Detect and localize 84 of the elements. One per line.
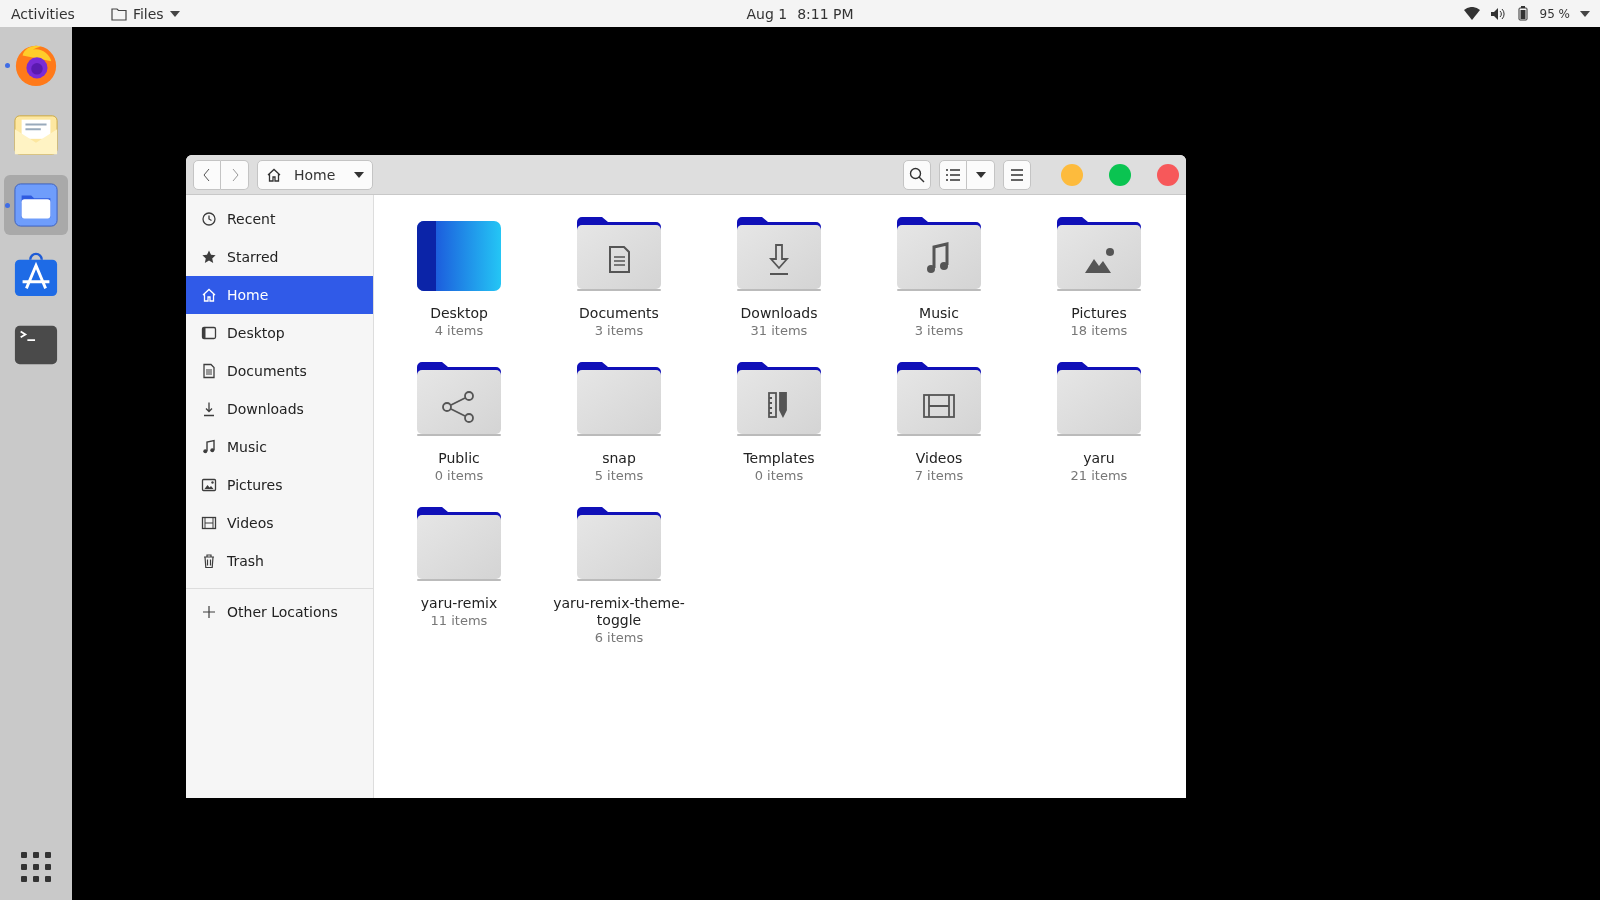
sidebar-item[interactable]: Music	[186, 428, 373, 466]
folder-icon	[1057, 362, 1141, 436]
folder-name[interactable]: Desktop	[430, 305, 488, 322]
plus-icon	[201, 604, 217, 620]
date-label: Aug 1	[746, 5, 788, 22]
folder-name[interactable]: Pictures	[1071, 305, 1127, 322]
share-icon	[442, 391, 474, 423]
folder-icon	[417, 507, 501, 581]
sidebar-item[interactable]: Downloads	[186, 390, 373, 428]
item-count: 3 items	[914, 322, 964, 340]
downloads-icon	[201, 401, 217, 417]
folder-name[interactable]: Music	[919, 305, 959, 322]
caret-icon	[354, 171, 364, 178]
item-count: 4 items	[434, 322, 484, 340]
dock-item[interactable]	[4, 175, 68, 235]
item-count: 31 items	[750, 322, 808, 340]
path-button[interactable]: Home	[257, 159, 373, 190]
search-button[interactable]	[903, 159, 931, 190]
music-note-icon	[927, 242, 949, 273]
time-label: 8:11 PM	[797, 5, 854, 22]
battery-percent: 95 %	[1539, 6, 1570, 21]
chevron-left-icon	[202, 166, 212, 183]
activities-button[interactable]: Activities	[11, 5, 75, 22]
folder-name[interactable]: Downloads	[740, 305, 818, 322]
sidebar-item[interactable]: Home	[186, 276, 373, 314]
film-icon	[923, 394, 955, 418]
item-count: 3 items	[594, 322, 644, 340]
folder-name[interactable]: Documents	[579, 305, 659, 322]
sidebar-item[interactable]: Documents	[186, 352, 373, 390]
documents-icon	[201, 363, 217, 379]
star-icon	[201, 249, 217, 265]
folder-icon[interactable]	[13, 182, 59, 228]
folder-name[interactable]: Videos	[915, 450, 963, 467]
folder-name[interactable]: Templates	[743, 450, 815, 467]
battery-icon	[1515, 6, 1530, 21]
sidebar-item[interactable]: Pictures	[186, 466, 373, 504]
folder-name[interactable]: Public	[438, 450, 480, 467]
view-options-button[interactable]	[967, 159, 995, 190]
desktop-icon	[201, 325, 217, 341]
home-icon	[201, 287, 217, 303]
item-count: 7 items	[914, 467, 964, 485]
sidebar-item[interactable]: Other Locations	[186, 593, 373, 631]
sidebar-item[interactable]: Desktop	[186, 314, 373, 352]
videos-icon	[201, 515, 217, 531]
sidebar-item[interactable]: Starred	[186, 238, 373, 276]
caret-icon	[169, 10, 180, 17]
app-grid-icon[interactable]	[21, 852, 51, 882]
view-list-button[interactable]	[939, 159, 967, 190]
caret-icon	[975, 171, 986, 178]
pictures-icon	[201, 477, 217, 493]
download-icon	[769, 244, 789, 275]
landscape-icon	[1085, 248, 1114, 273]
item-count: 0 items	[434, 467, 484, 485]
caret-icon	[1580, 10, 1590, 17]
document-icon	[609, 246, 630, 273]
item-count: 5 items	[594, 467, 644, 485]
sidebar-item[interactable]: Trash	[186, 542, 373, 580]
item-count: 21 items	[1070, 467, 1128, 485]
folder-name[interactable]: yaru-remix-theme-toggle	[549, 595, 689, 629]
home-icon	[266, 166, 282, 183]
folder-name[interactable]: snap	[602, 450, 636, 467]
search-icon	[909, 166, 925, 183]
sidebar-item[interactable]: Videos	[186, 504, 373, 542]
folder-icon	[577, 507, 661, 581]
folder-icon	[110, 6, 127, 21]
speaker-icon	[1489, 6, 1506, 21]
trash-icon	[201, 553, 217, 569]
folder-name[interactable]: yaru	[1083, 450, 1115, 467]
menu-icon	[1010, 168, 1024, 181]
music-icon	[201, 439, 217, 455]
item-count: 11 items	[430, 612, 488, 630]
list-icon	[946, 168, 960, 181]
wifi-icon	[1463, 7, 1480, 20]
sidebar-item[interactable]: Recent	[186, 200, 373, 238]
ruler-pencil-icon	[768, 392, 787, 418]
app-menu[interactable]: Files	[110, 5, 180, 22]
item-count: 6 items	[594, 629, 644, 647]
clock-icon	[201, 211, 217, 227]
item-count: 0 items	[754, 467, 804, 485]
shopping-bag-icon[interactable]	[13, 252, 59, 298]
folder-name[interactable]: yaru-remix	[420, 595, 498, 612]
folder-icon	[577, 362, 661, 436]
item-count: 18 items	[1070, 322, 1128, 340]
menu-button[interactable]	[1003, 159, 1031, 190]
